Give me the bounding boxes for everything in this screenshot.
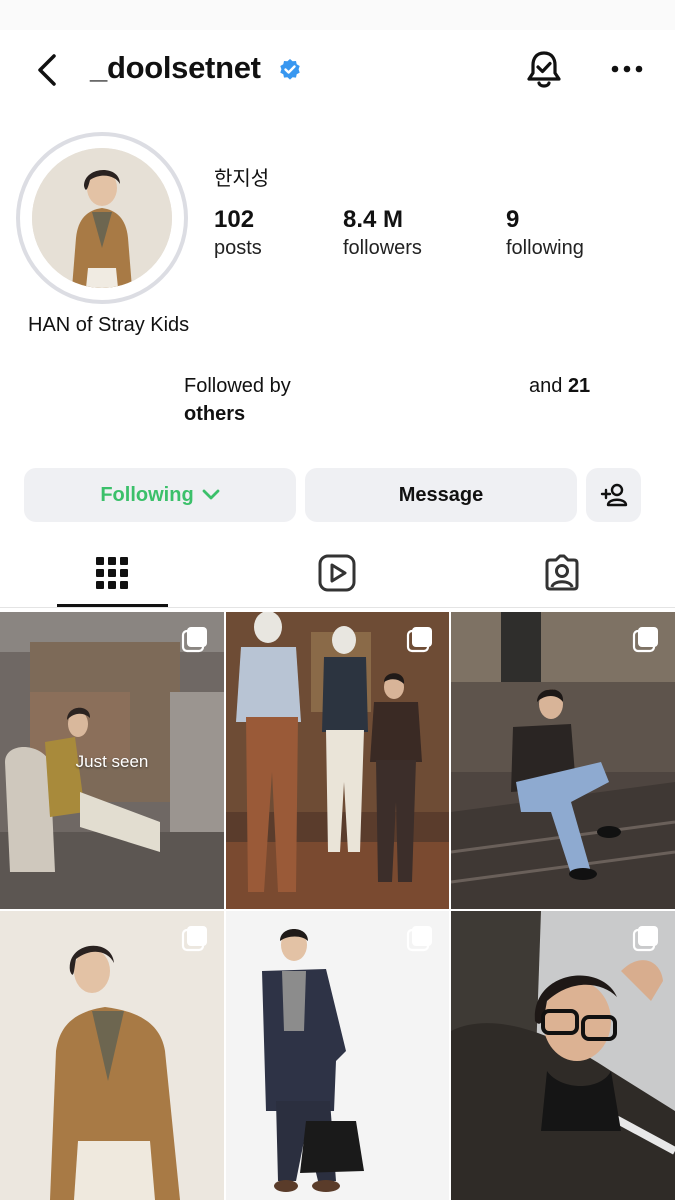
profile-username: _doolsetnet (90, 50, 261, 85)
following-button[interactable]: Following (24, 468, 296, 522)
display-name: 한지성 (214, 168, 270, 190)
multiple-photos-icon (632, 627, 658, 653)
multiple-photos-icon (181, 627, 207, 653)
followers-label: followers (343, 237, 422, 259)
message-button[interactable]: Message (305, 468, 577, 522)
followed-by-count[interactable]: and 21 (529, 372, 590, 400)
posts-label: posts (214, 237, 262, 259)
following-value: 9 (506, 206, 520, 233)
tab-tagged[interactable] (532, 545, 592, 601)
others-count: 21 (567, 375, 591, 397)
tab-reels[interactable] (307, 545, 367, 601)
suggest-users-button[interactable] (586, 468, 641, 522)
multiple-photos-icon (181, 926, 207, 952)
post-tile[interactable] (226, 911, 449, 1200)
just-seen-label: Just seen (75, 752, 149, 771)
more-options-button[interactable] (608, 56, 646, 82)
chevron-left-icon (38, 54, 56, 86)
and-text: and (529, 375, 563, 397)
following-label: following (506, 237, 584, 259)
multiple-photos-icon (406, 627, 432, 653)
verified-badge-icon (278, 58, 302, 82)
posts-count[interactable]: 102 posts (214, 205, 262, 261)
profile-avatar[interactable] (16, 132, 188, 304)
post-photo (0, 911, 224, 1200)
followed-by-text[interactable]: Followed by (184, 372, 291, 400)
following-count[interactable]: 9 following (506, 205, 584, 261)
posts-value: 102 (214, 206, 255, 233)
post-photo (451, 911, 675, 1200)
profile-bio: HAN of Stray Kids (28, 314, 190, 336)
followers-count[interactable]: 8.4 M followers (343, 205, 422, 261)
following-label: Following (100, 483, 194, 506)
followers-value: 8.4 M (343, 206, 404, 233)
reels-icon (318, 554, 356, 592)
post-photo (226, 612, 449, 909)
profile-header: _doolsetnet (0, 30, 675, 110)
grid-icon (96, 557, 128, 589)
notifications-button[interactable] (523, 48, 565, 92)
post-tile[interactable] (451, 612, 675, 909)
tab-divider (0, 607, 675, 608)
multiple-photos-icon (632, 926, 658, 952)
status-bar-area (0, 0, 675, 30)
chevron-down-icon (202, 489, 220, 500)
bell-check-icon (527, 51, 561, 88)
post-photo (226, 911, 449, 1200)
followed-by-others[interactable]: others (184, 400, 245, 428)
add-person-icon (600, 483, 627, 507)
post-tile[interactable]: Just seen (0, 612, 224, 909)
more-horizontal-icon (611, 65, 643, 73)
tagged-person-icon (545, 554, 579, 591)
post-tile[interactable] (451, 911, 675, 1200)
multiple-photos-icon (406, 926, 432, 952)
post-tile[interactable] (0, 911, 224, 1200)
back-button[interactable] (30, 52, 66, 88)
post-photo (451, 612, 675, 909)
tab-posts-grid[interactable] (82, 545, 142, 601)
avatar-photo (32, 148, 172, 288)
post-tile[interactable] (226, 612, 449, 909)
